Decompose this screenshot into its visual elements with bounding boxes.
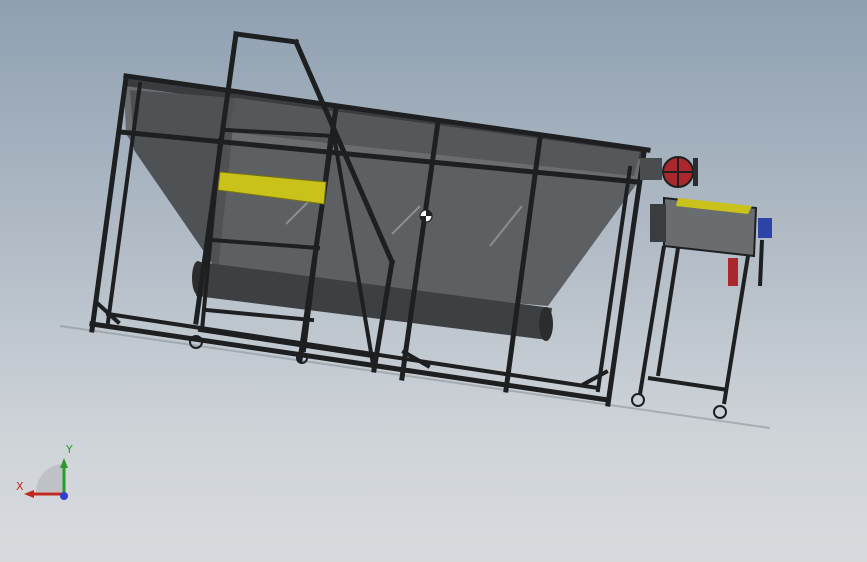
cart-rail <box>647 376 729 392</box>
trough-end-cap <box>539 307 553 341</box>
triad-plane-icon <box>36 464 64 492</box>
caster-wheel <box>631 393 645 407</box>
z-axis-dot <box>60 492 68 500</box>
butterfly-valve[interactable] <box>640 156 698 188</box>
cart-inlet <box>650 204 666 242</box>
valve-pipe <box>640 158 662 180</box>
cart-outlet <box>728 258 738 286</box>
triad-y-label: Y <box>66 443 73 456</box>
coordinate-triad <box>24 458 68 500</box>
graphics-viewport[interactable]: X Y <box>0 0 867 562</box>
side-cart[interactable] <box>631 196 772 419</box>
cart-motor <box>758 218 772 238</box>
rotate-view-cursor-icon <box>419 209 433 223</box>
caster-wheel <box>713 405 727 419</box>
cart-handle <box>758 239 764 287</box>
frame-leg <box>89 75 129 333</box>
ladder-rung <box>203 307 315 323</box>
frame-brace <box>581 369 609 387</box>
triad-x-label: X <box>16 480 24 493</box>
frame-leg <box>105 81 143 325</box>
valve-flange <box>693 158 698 186</box>
model-scene[interactable] <box>0 0 867 562</box>
ladder-rail <box>233 31 299 45</box>
